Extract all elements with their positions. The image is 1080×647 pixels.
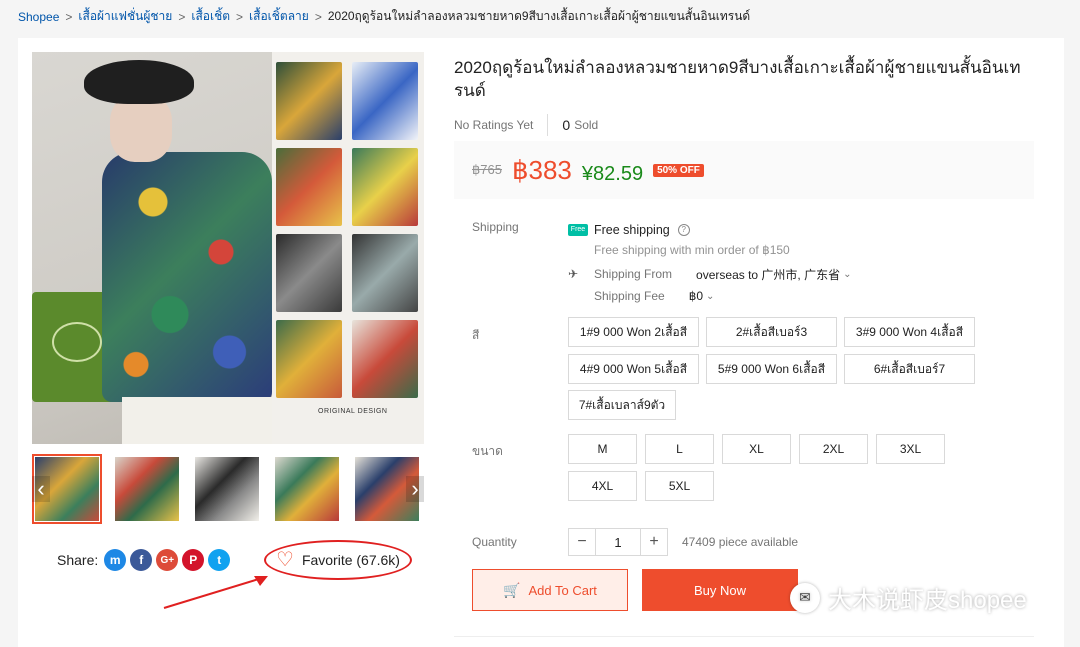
- shipping-from-label: Shipping From: [594, 267, 673, 281]
- original-price: ฿765: [472, 162, 502, 177]
- collage-tile: [276, 148, 342, 226]
- twitter-icon[interactable]: t: [208, 549, 231, 571]
- breadcrumb-patterned-shirts[interactable]: เสื้อเชิ้ตลาย: [249, 7, 309, 26]
- collage-tile: [352, 320, 418, 398]
- google-plus-icon[interactable]: G+: [156, 549, 179, 571]
- breadcrumb-shopee[interactable]: Shopee: [18, 10, 59, 24]
- cny-price: ¥82.59: [581, 162, 644, 185]
- breadcrumb-separator: >: [178, 9, 186, 24]
- bag-logo-graphic: [52, 322, 102, 362]
- breadcrumb-current: 2020ฤดูร้อนใหม่ลำลองหลวมชายหาด9สีบางเสื้…: [327, 9, 751, 23]
- color-option[interactable]: 7#เสื้อเบลาส์9ตัว: [568, 390, 676, 420]
- collage-caption: ORIGINAL DESIGN: [318, 408, 388, 415]
- color-option-label: สี: [472, 328, 480, 342]
- shipping-details: Free Free shipping ? Free shipping with …: [568, 220, 851, 306]
- breadcrumb-separator: >: [314, 9, 322, 24]
- shirt-graphic: [102, 152, 272, 402]
- color-option[interactable]: 4#9 000 Won 5เสื้อสี: [568, 354, 699, 384]
- facebook-icon[interactable]: f: [130, 549, 153, 571]
- breadcrumb-separator: >: [65, 9, 73, 24]
- price-box: ฿765 ฿383 ¥82.59 50% OFF: [454, 141, 1034, 199]
- color-option[interactable]: 1#9 000 Won 2เสื้อสี: [568, 317, 699, 347]
- meta-divider: [547, 114, 549, 136]
- size-option[interactable]: M: [568, 434, 637, 464]
- buy-now-button[interactable]: Buy Now: [642, 569, 798, 611]
- product-meta: No Ratings Yet 0 Sold: [454, 114, 598, 136]
- collage-tile: [352, 148, 418, 226]
- stock-available: 47409 piece available: [682, 535, 799, 549]
- watermark-text: 大木说虾皮shopee: [828, 587, 1027, 614]
- ratings-text[interactable]: No Ratings Yet: [454, 118, 533, 132]
- favorite-label: Favorite (67.6k): [301, 552, 400, 568]
- size-option[interactable]: 2XL: [799, 434, 868, 464]
- hat-graphic: [84, 60, 194, 104]
- chevron-down-icon[interactable]: ⌄: [843, 269, 851, 280]
- chevron-left-icon[interactable]: ‹: [32, 476, 50, 502]
- quantity-stepper: − 1 + 47409 piece available: [568, 528, 798, 556]
- thumbnail[interactable]: [112, 454, 182, 524]
- favorite-button[interactable]: ♡ Favorite (67.6k): [264, 540, 412, 580]
- size-option[interactable]: 4XL: [568, 471, 637, 501]
- thumbnail-strip: ‹ ›: [32, 454, 424, 524]
- pants-graphic: [122, 397, 272, 444]
- product-card: ORIGINAL DESIGN ‹ › Share: m f G+ P t ♡ …: [18, 38, 1064, 647]
- discount-badge: 50% OFF: [653, 163, 704, 177]
- decrease-button[interactable]: −: [568, 528, 596, 556]
- breadcrumb-shirts[interactable]: เสื้อเชิ้ต: [191, 7, 230, 26]
- shipping-label: Shipping: [472, 220, 519, 234]
- chevron-down-icon[interactable]: ⌄: [706, 291, 714, 302]
- shirt-collage: [272, 52, 424, 444]
- shipping-fee-value[interactable]: ฿0: [689, 289, 703, 303]
- shipping-from-value[interactable]: overseas to 广州市, 广东省: [696, 266, 840, 283]
- size-option[interactable]: 3XL: [876, 434, 945, 464]
- thumbnail[interactable]: [192, 454, 262, 524]
- breadcrumb-men-fashion[interactable]: เสื้อผ้าแฟชั่นผู้ชาย: [78, 7, 172, 26]
- main-product-image[interactable]: ORIGINAL DESIGN: [32, 52, 424, 444]
- size-option[interactable]: XL: [722, 434, 791, 464]
- breadcrumb-separator: >: [236, 9, 244, 24]
- breadcrumb: Shopee > เสื้อผ้าแฟชั่นผู้ชาย > เสื้อเชิ…: [18, 7, 750, 26]
- collage-tile: [352, 234, 418, 312]
- increase-button[interactable]: +: [640, 528, 668, 556]
- add-to-cart-label: Add To Cart: [528, 582, 597, 598]
- watermark: ✉ 大木说虾皮shopee: [790, 580, 1027, 615]
- wechat-icon: ✉: [790, 582, 820, 613]
- shipping-fee-label: Shipping Fee: [594, 289, 665, 303]
- thumbnail[interactable]: [272, 454, 342, 524]
- size-option[interactable]: L: [645, 434, 714, 464]
- product-title: 2020ฤดูร้อนใหม่ลำลองหลวมชายหาด9สีบางเสื้…: [454, 58, 1021, 100]
- color-option[interactable]: 6#เสื้อสีเบอร์7: [844, 354, 975, 384]
- share-row: Share: m f G+ P t: [57, 549, 234, 571]
- messenger-icon[interactable]: m: [104, 549, 127, 571]
- quantity-input[interactable]: 1: [596, 528, 640, 556]
- free-shipping-text: Free shipping: [594, 223, 670, 237]
- current-price: ฿383: [511, 154, 572, 185]
- model-photo: [32, 52, 272, 444]
- collage-tile: [276, 62, 342, 140]
- size-option[interactable]: 5XL: [645, 471, 714, 501]
- face-graphic: [110, 94, 172, 162]
- divider: [454, 636, 1034, 637]
- cart-icon: 🛒: [503, 581, 521, 598]
- collage-tile: [276, 320, 342, 398]
- color-option[interactable]: 3#9 000 Won 4เสื้อสี: [844, 317, 975, 347]
- color-option[interactable]: 5#9 000 Won 6เสื้อสี: [706, 354, 837, 384]
- collage-tile: [276, 234, 342, 312]
- quantity-label: Quantity: [472, 535, 517, 549]
- annotation-arrow: [163, 576, 268, 609]
- collage-tile: [352, 62, 418, 140]
- chevron-right-icon[interactable]: ›: [406, 476, 424, 502]
- sold-count: 0: [562, 117, 571, 133]
- color-option[interactable]: 2#เสื้อสีเบอร์3: [706, 317, 837, 347]
- size-option-label: ขนาด: [472, 444, 503, 458]
- free-shipping-note: Free shipping with min order of ฿150: [594, 243, 790, 257]
- sold-label: Sold: [574, 118, 599, 132]
- add-to-cart-button[interactable]: 🛒 Add To Cart: [472, 569, 628, 611]
- pinterest-icon[interactable]: P: [182, 549, 205, 571]
- heart-icon: ♡: [276, 549, 294, 571]
- help-icon[interactable]: ?: [677, 224, 690, 236]
- free-shipping-icon: Free: [568, 224, 588, 236]
- truck-icon: ✈: [568, 267, 579, 281]
- share-label: Share:: [57, 552, 99, 568]
